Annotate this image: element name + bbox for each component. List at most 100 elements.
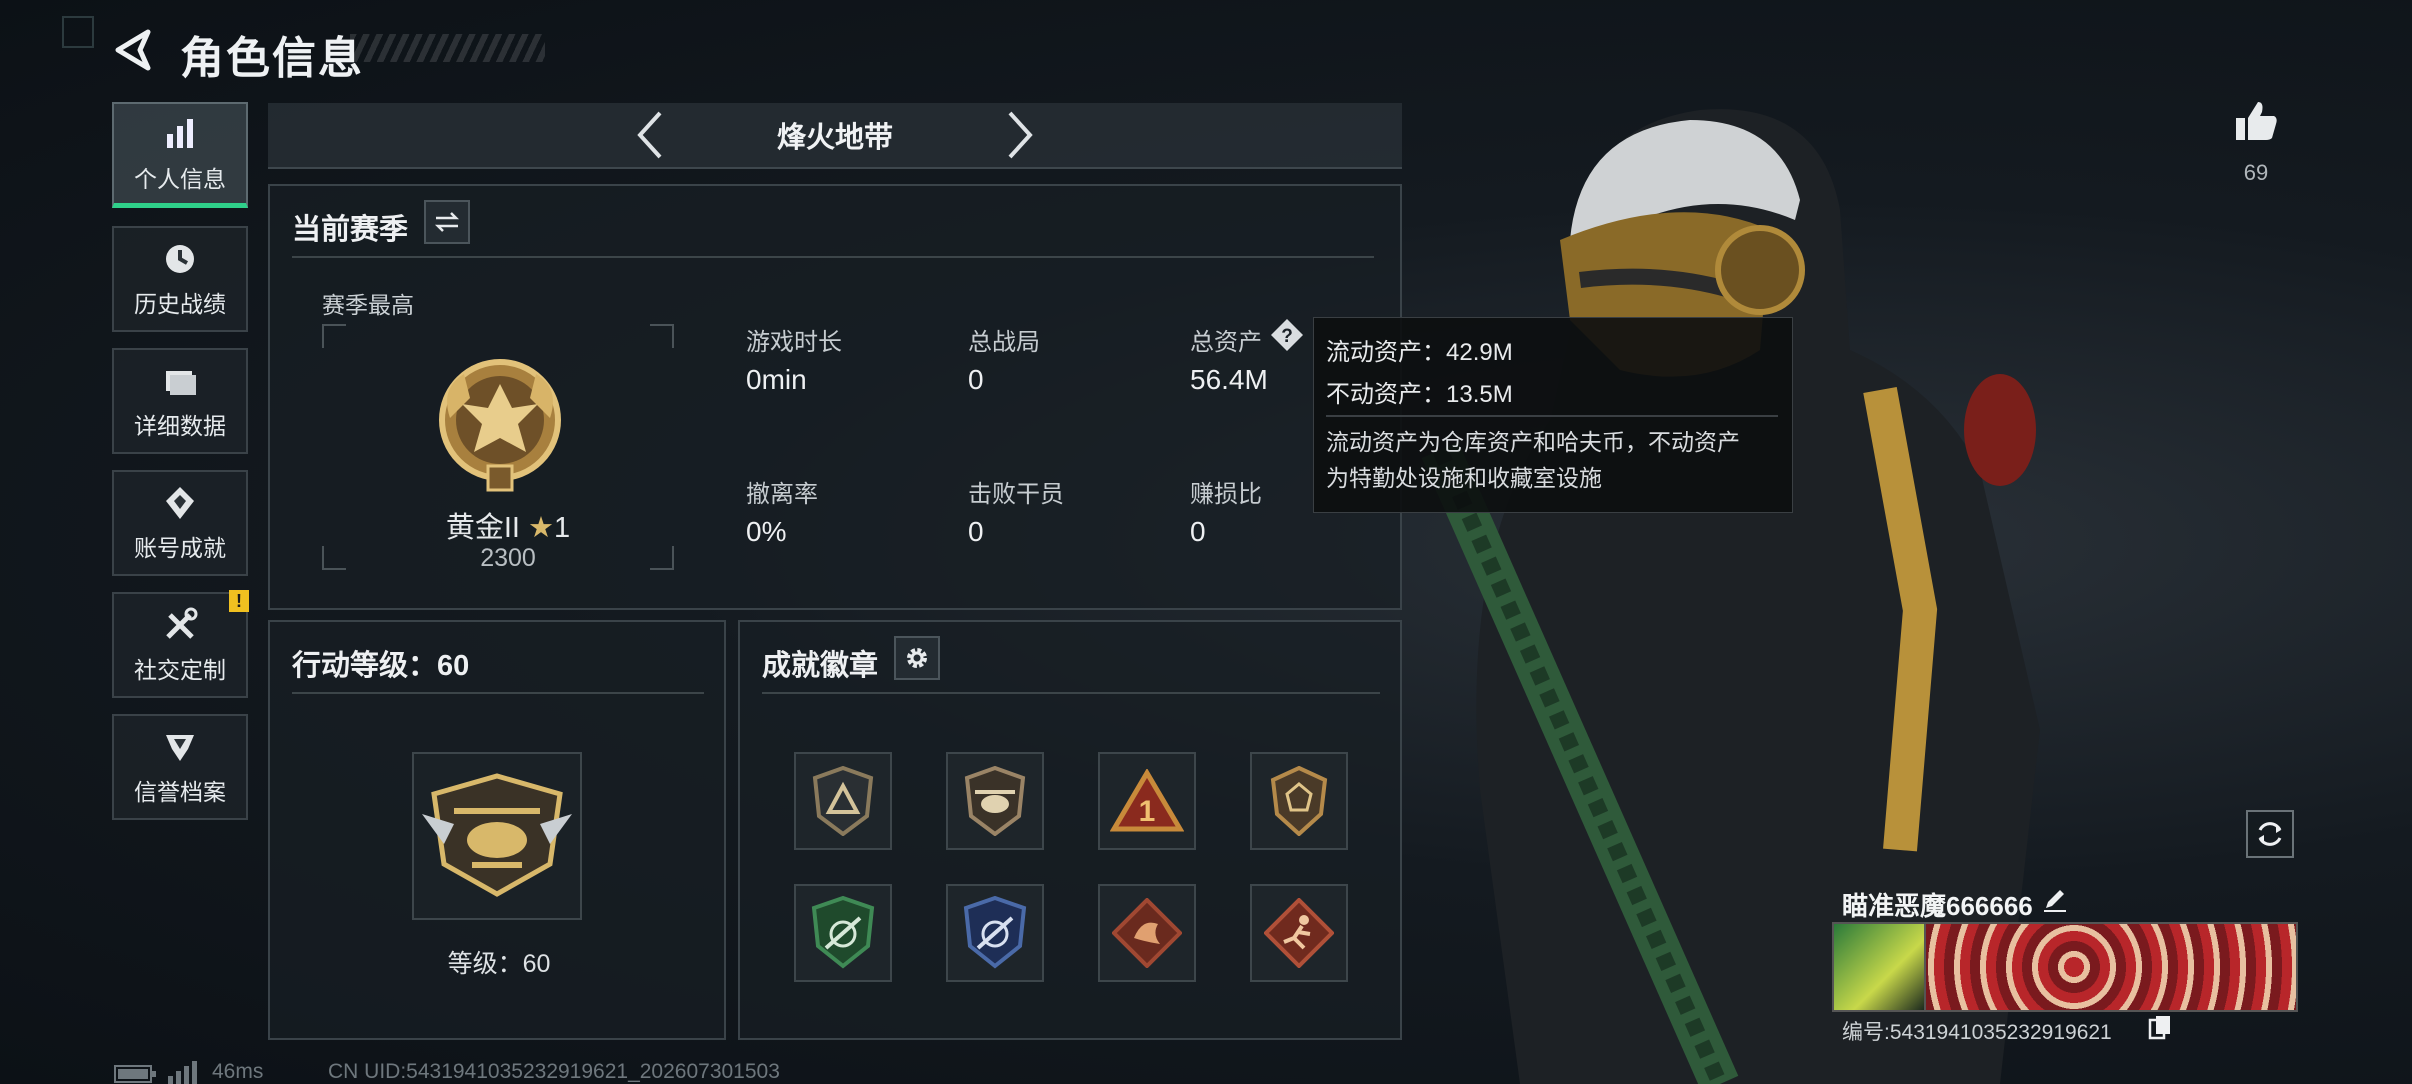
stat-value: 0min <box>746 364 807 395</box>
sidebar-item-detailed-data[interactable]: 详细数据 <box>112 348 248 454</box>
next-mode-arrow-icon[interactable] <box>1000 107 1040 163</box>
reputation-icon <box>166 735 194 761</box>
assets-note-line1: 流动资产为仓库资产和哈夫币，不动资产 <box>1326 429 1740 455</box>
rank-line: 黄金II ★1 <box>428 504 588 546</box>
stat-label: 赚损比 <box>1190 481 1262 508</box>
season-panel: 当前赛季 赛季最高 黄金II ★1 2300 游戏时长 0min 总战局 0 总… <box>268 184 1402 610</box>
stat-value: 0 <box>1190 516 1206 547</box>
sidebar-item-label: 信誉档案 <box>134 779 226 805</box>
bar-chart-icon <box>167 118 193 148</box>
uid-text: CN UID:5431941035232919621_202607301503 <box>328 1060 780 1083</box>
assets-note-line2: 为特勤处设施和收藏室设施 <box>1326 465 1602 491</box>
badge-settings-button[interactable] <box>894 636 940 680</box>
thumbs-up-icon[interactable] <box>2232 98 2280 146</box>
rank-stars: 1 <box>554 512 571 544</box>
assets-tooltip: 流动资产：42.9M 不动资产：13.5M 流动资产为仓库资产和哈夫币，不动资产… <box>1313 317 1793 513</box>
season-title: 当前赛季 <box>292 214 409 246</box>
level-emblem-frame <box>412 752 582 920</box>
blue-shield-badge-icon <box>963 896 1027 969</box>
sidebar-item-history[interactable]: 历史战绩 <box>112 226 248 332</box>
stat-label: 总资产 <box>1190 329 1262 356</box>
badge-runner-diamond[interactable] <box>1250 884 1348 982</box>
back-arrow-icon[interactable] <box>110 26 158 74</box>
mode-selector: 烽火地带 <box>268 103 1402 169</box>
badge-dragon-diamond[interactable] <box>1098 884 1196 982</box>
prev-mode-arrow-icon[interactable] <box>630 107 670 163</box>
rank-name: 黄金II <box>445 512 520 544</box>
stat-label: 撤离率 <box>746 481 818 508</box>
switch-season-button[interactable] <box>424 200 470 244</box>
badge-helicopter[interactable] <box>946 752 1044 850</box>
frame-corner <box>650 546 674 570</box>
liquid-assets: 流动资产：42.9M <box>1326 339 1513 366</box>
like-count: 69 <box>2243 160 2269 185</box>
rank-points: 2300 <box>480 544 536 572</box>
sidebar-item-social-custom[interactable]: 社交定制 <box>112 592 248 698</box>
battery-icon <box>114 1065 156 1083</box>
title-decoration <box>350 34 545 62</box>
badge-green-shield[interactable] <box>794 884 892 982</box>
copy-icon[interactable] <box>2148 1014 2172 1040</box>
corner-decoration <box>62 16 94 48</box>
ping-text: 46ms <box>212 1060 264 1083</box>
sidebar-item-label: 社交定制 <box>134 657 226 683</box>
edit-pencil-icon[interactable] <box>2040 884 2070 914</box>
season-best-label: 赛季最高 <box>322 292 414 318</box>
stat-label: 游戏时长 <box>746 329 842 356</box>
frame-corner <box>650 324 674 348</box>
warning-badge: ! <box>229 590 249 612</box>
divider <box>292 692 704 694</box>
sidebar-item-reputation[interactable]: 信誉档案 <box>112 714 248 820</box>
stat-label: 总战局 <box>968 329 1040 356</box>
badge-blue-shield[interactable] <box>946 884 1044 982</box>
badge-lion-shield[interactable] <box>1250 752 1348 850</box>
lion-shield-badge-icon <box>1270 766 1328 836</box>
player-name: 瞄准恶魔666666 <box>1842 891 2033 921</box>
sidebar-item-label: 历史战绩 <box>134 291 226 317</box>
player-avatar[interactable] <box>1832 922 1926 1012</box>
swap-arrows-icon <box>434 212 460 232</box>
divider <box>762 692 1380 694</box>
sidebar-item-label: 个人信息 <box>134 165 226 192</box>
achievement-badges-panel: 成就徽章 1 <box>738 620 1402 1040</box>
runner-diamond-badge-icon <box>1264 898 1334 968</box>
triangle-shield-badge-icon <box>812 766 874 836</box>
divider <box>292 256 1374 258</box>
action-level-panel: 行动等级：60 等级：60 <box>268 620 726 1040</box>
stat-value: 0 <box>968 364 984 395</box>
sidebar-item-label: 账号成就 <box>134 535 226 561</box>
stat-value: 0% <box>746 516 787 547</box>
green-shield-badge-icon <box>811 896 875 969</box>
help-icon[interactable]: ? <box>1270 318 1304 352</box>
stat-value: 0 <box>968 516 984 547</box>
history-clock-icon <box>166 245 194 273</box>
sidebar-item-personal-info[interactable]: 个人信息 <box>112 102 248 208</box>
sidebar-item-label: 详细数据 <box>134 413 226 439</box>
mode-name: 烽火地带 <box>776 122 893 154</box>
tools-icon <box>166 607 198 639</box>
stat-value: 56.4M <box>1190 364 1268 395</box>
action-level-title: 行动等级：60 <box>292 650 470 682</box>
svg-text:1: 1 <box>1139 795 1156 828</box>
star-icon: ★ <box>528 512 555 544</box>
dragon-diamond-badge-icon <box>1112 898 1182 968</box>
frame-corner <box>322 324 346 348</box>
folder-icon <box>166 371 196 395</box>
player-id: 编号:5431941035232919621 <box>1842 1021 2112 1044</box>
number-one-badge-icon: 1 <box>1110 769 1184 832</box>
gear-icon <box>907 648 927 668</box>
frame-corner <box>322 546 346 570</box>
player-banner[interactable] <box>1924 922 2298 1012</box>
badges-title: 成就徽章 <box>762 650 879 682</box>
sidebar-item-achievements[interactable]: 账号成就 <box>112 470 248 576</box>
page-title: 角色信息 <box>180 34 364 83</box>
divider <box>1326 415 1778 417</box>
signal-icon <box>168 1061 197 1084</box>
svg-text:?: ? <box>1281 326 1293 347</box>
helicopter-badge-icon <box>964 766 1026 836</box>
badge-number-one[interactable]: 1 <box>1098 752 1196 850</box>
badge-triangle-shield[interactable] <box>794 752 892 850</box>
rotate-view-button[interactable] <box>2246 810 2294 858</box>
fixed-assets: 不动资产：13.5M <box>1326 381 1513 408</box>
achievement-icon <box>166 487 194 519</box>
